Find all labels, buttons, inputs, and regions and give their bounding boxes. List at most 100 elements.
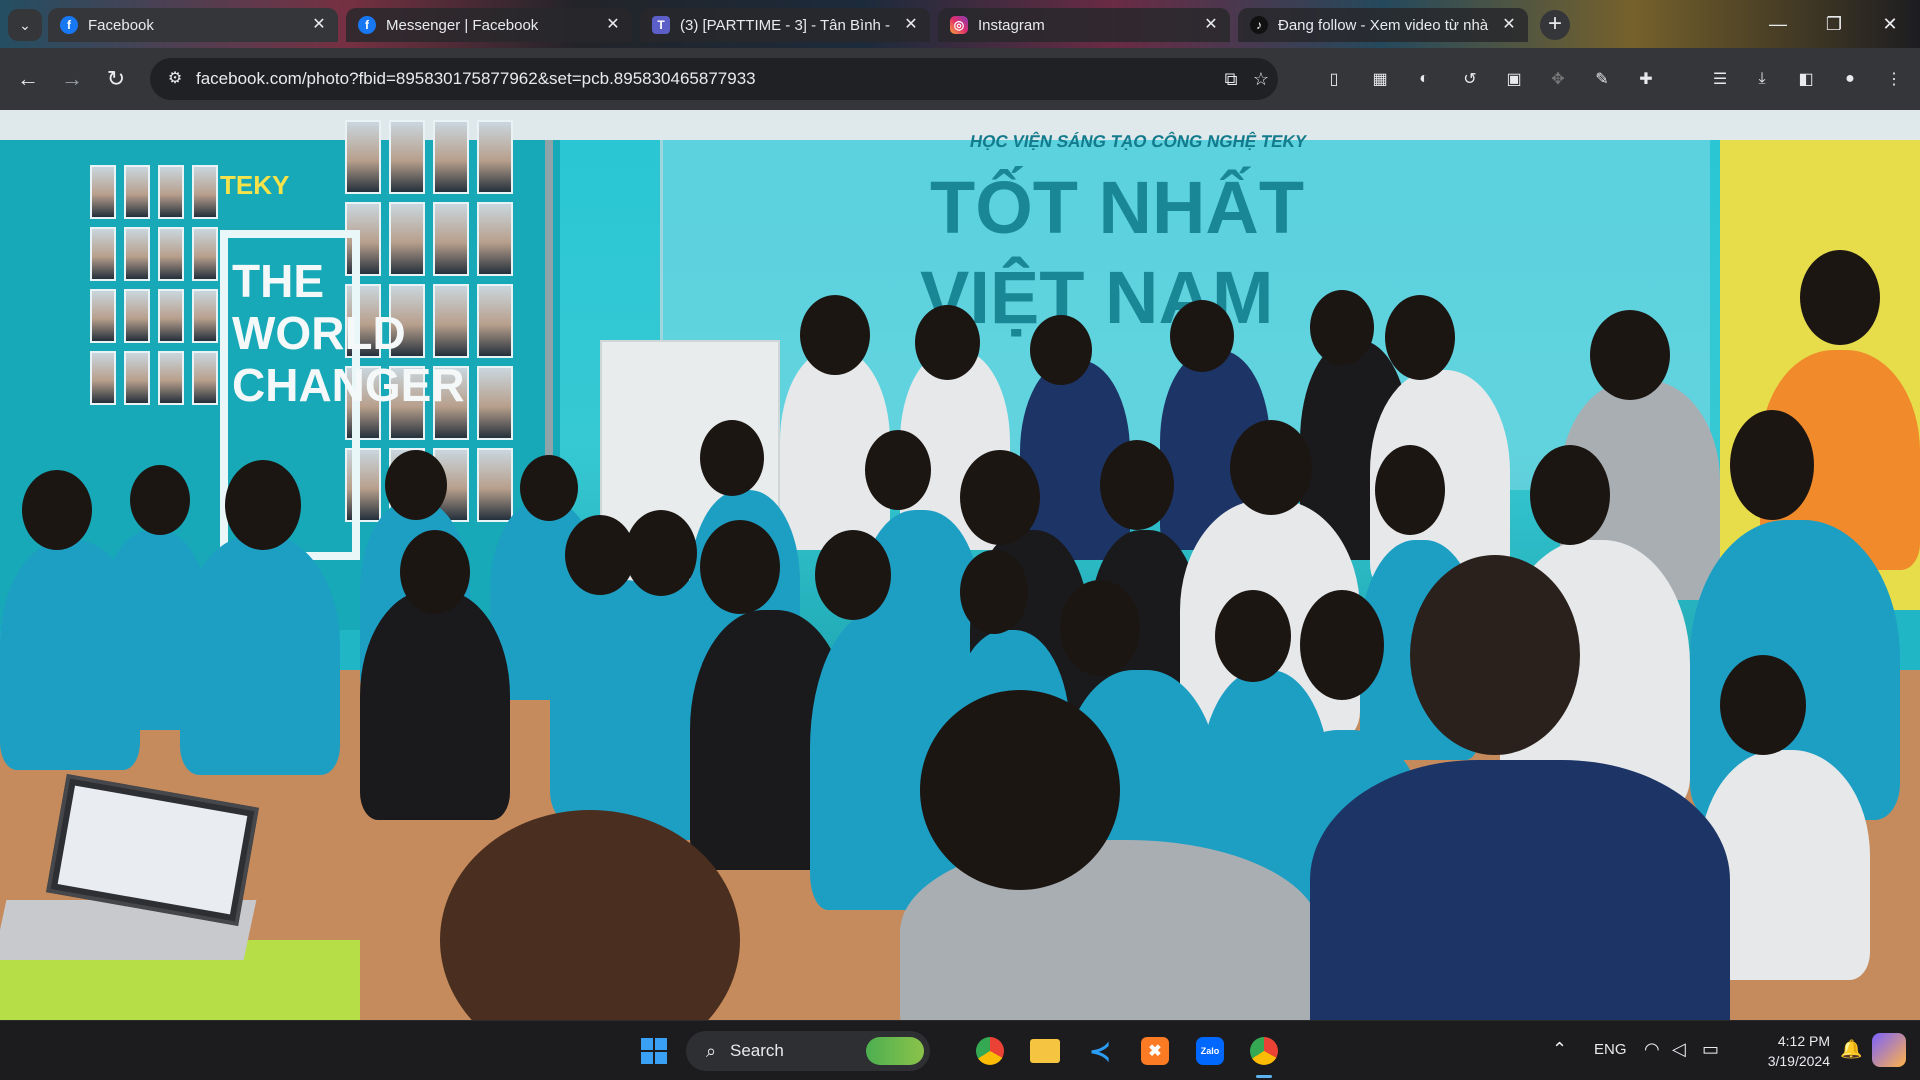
close-icon[interactable]: ✕ bbox=[1500, 16, 1518, 34]
vscode-icon: ≺ bbox=[1089, 1035, 1111, 1066]
close-icon[interactable]: ✕ bbox=[1202, 16, 1220, 34]
new-tab-button[interactable]: + bbox=[1540, 10, 1570, 40]
tab-facebook[interactable]: f Facebook ✕ bbox=[48, 8, 338, 42]
tab-messenger[interactable]: f Messenger | Facebook ✕ bbox=[346, 8, 632, 42]
world-changer-line: CHANGER bbox=[232, 359, 465, 411]
file-explorer-button[interactable] bbox=[1027, 1033, 1063, 1069]
start-button[interactable] bbox=[636, 1033, 672, 1069]
browser-toolbar: ← → ↻ ⚙ facebook.com/photo?fbid=89583017… bbox=[0, 48, 1920, 110]
photo-viewer[interactable]: TEKY THE WORLD CHANGER HỌC VIỆN SÁNG TẠO… bbox=[0, 110, 1920, 1020]
tab-title: Đang follow - Xem video từ nhà bbox=[1278, 16, 1489, 34]
attendee-head bbox=[1300, 590, 1384, 700]
attendee-head bbox=[865, 430, 931, 510]
attendee-head bbox=[960, 550, 1028, 634]
screenshot-extension-icon[interactable]: ▣ bbox=[1502, 67, 1526, 91]
attendee-head bbox=[815, 530, 891, 620]
search-icon: ⌕ bbox=[705, 1041, 717, 1061]
world-changer-line: WORLD bbox=[232, 307, 406, 359]
language-indicator[interactable]: ENG bbox=[1594, 1041, 1627, 1058]
phone-extension-icon[interactable]: ▯ bbox=[1322, 67, 1346, 91]
taskbar: ⌕ Search ≺ ✖ Zalo ⌃ ENG ◠ ◁ ▭ 4:12 PM 3/… bbox=[0, 1020, 1920, 1080]
extensions-puzzle-icon[interactable]: ✚ bbox=[1634, 67, 1658, 91]
url-text: facebook.com/photo?fbid=895830175877962&… bbox=[196, 69, 756, 88]
attendee-head bbox=[520, 455, 578, 521]
attendee-head bbox=[1215, 590, 1291, 682]
profile-avatar-icon[interactable]: ● bbox=[1838, 67, 1862, 91]
xampp-button[interactable]: ✖ bbox=[1137, 1033, 1173, 1069]
attendee-head bbox=[1230, 420, 1312, 515]
attendee-head bbox=[130, 465, 190, 535]
windows-icon bbox=[641, 1038, 667, 1064]
ceiling bbox=[0, 110, 1920, 140]
slogan-line-1: TỐT NHẤT bbox=[930, 166, 1305, 249]
menu-kebab-icon[interactable]: ⋮ bbox=[1882, 67, 1906, 91]
tab-instagram[interactable]: ◎ Instagram ✕ bbox=[938, 8, 1230, 42]
clock-time: 4:12 PM bbox=[1777, 1033, 1830, 1049]
color-picker-extension-icon[interactable]: ◐ bbox=[1412, 67, 1436, 91]
zalo-button[interactable]: Zalo bbox=[1192, 1033, 1228, 1069]
presenter bbox=[1310, 760, 1730, 1020]
presenter-head bbox=[1410, 555, 1580, 755]
frog-highlight-icon bbox=[866, 1037, 924, 1065]
attendee-head bbox=[1720, 655, 1806, 755]
vscode-button[interactable]: ≺ bbox=[1082, 1033, 1118, 1069]
clock[interactable]: 4:12 PM 3/19/2024 bbox=[1740, 1031, 1830, 1071]
notification-bell-icon[interactable]: 🔔 bbox=[1840, 1039, 1862, 1060]
close-window-button[interactable]: ✕ bbox=[1862, 0, 1918, 48]
tab-search-button[interactable]: ⌄ bbox=[8, 9, 42, 41]
side-panel-icon[interactable]: ◧ bbox=[1794, 67, 1818, 91]
battery-icon[interactable]: ▭ bbox=[1702, 1039, 1719, 1060]
close-icon[interactable]: ✕ bbox=[902, 16, 920, 34]
refresh-extension-icon[interactable]: ↺ bbox=[1458, 67, 1482, 91]
download-icon[interactable]: ⤓ bbox=[1750, 67, 1774, 91]
chrome-profile-taskbar-button[interactable] bbox=[1246, 1033, 1282, 1069]
chrome-icon bbox=[1250, 1037, 1278, 1065]
close-icon[interactable]: ✕ bbox=[604, 16, 622, 34]
world-changer-line: THE bbox=[232, 255, 324, 307]
back-button[interactable]: ← bbox=[14, 65, 42, 93]
eyedropper-extension-icon[interactable]: ✎ bbox=[1590, 67, 1614, 91]
tab-title: (3) [PARTTIME - 3] - Tân Bình - C bbox=[680, 16, 894, 34]
attendee-head bbox=[1375, 445, 1445, 535]
taskbar-search[interactable]: ⌕ Search bbox=[686, 1031, 930, 1071]
attendee bbox=[360, 590, 510, 820]
attendee-head bbox=[400, 530, 470, 614]
chrome-taskbar-button[interactable] bbox=[972, 1033, 1008, 1069]
forward-button[interactable]: → bbox=[58, 65, 86, 93]
copilot-icon[interactable] bbox=[1872, 1033, 1906, 1067]
tab-tiktok[interactable]: ♪ Đang follow - Xem video từ nhà ✕ bbox=[1238, 8, 1528, 42]
attendee-head bbox=[1170, 300, 1234, 372]
chrome-icon bbox=[976, 1037, 1004, 1065]
site-info-icon[interactable]: ⚙ bbox=[164, 68, 186, 90]
restore-button[interactable]: ❐ bbox=[1806, 0, 1862, 48]
close-icon[interactable]: ✕ bbox=[310, 16, 328, 34]
search-label: Search bbox=[730, 1041, 784, 1060]
attendee-head bbox=[22, 470, 92, 550]
move-extension-icon[interactable]: ✥ bbox=[1546, 67, 1570, 91]
tiktok-icon: ♪ bbox=[1250, 16, 1268, 34]
chevron-up-icon[interactable]: ⌃ bbox=[1552, 1039, 1567, 1060]
attendee-head bbox=[960, 450, 1040, 545]
attendee-head bbox=[1385, 295, 1455, 380]
reload-icon: ↻ bbox=[106, 66, 126, 91]
install-app-icon[interactable]: ⧉ bbox=[1220, 68, 1242, 90]
bookmark-star-icon[interactable]: ☆ bbox=[1250, 68, 1272, 90]
volume-icon[interactable]: ◁ bbox=[1672, 1039, 1686, 1060]
attendee-head bbox=[385, 450, 447, 520]
attendee-head bbox=[1310, 290, 1374, 365]
minimize-button[interactable]: — bbox=[1750, 0, 1806, 48]
foreground-attendee-head bbox=[920, 690, 1120, 890]
arrow-right-icon: → bbox=[61, 66, 83, 91]
tab-title: Messenger | Facebook bbox=[386, 16, 539, 34]
attendee-head bbox=[1530, 445, 1610, 545]
address-bar[interactable]: ⚙ facebook.com/photo?fbid=89583017587796… bbox=[150, 58, 1278, 100]
calendar-extension-icon[interactable]: ▦ bbox=[1368, 67, 1392, 91]
reload-button[interactable]: ↻ bbox=[102, 65, 130, 93]
arrow-left-icon: ← bbox=[17, 66, 39, 91]
wifi-icon[interactable]: ◠ bbox=[1644, 1039, 1660, 1060]
teams-icon: T bbox=[652, 16, 670, 34]
chevron-down-icon: ⌄ bbox=[19, 16, 31, 33]
attendee-head bbox=[1060, 580, 1140, 676]
reading-list-icon[interactable]: ☰ bbox=[1708, 67, 1732, 91]
tab-teams[interactable]: T (3) [PARTTIME - 3] - Tân Bình - C ✕ bbox=[640, 8, 930, 42]
